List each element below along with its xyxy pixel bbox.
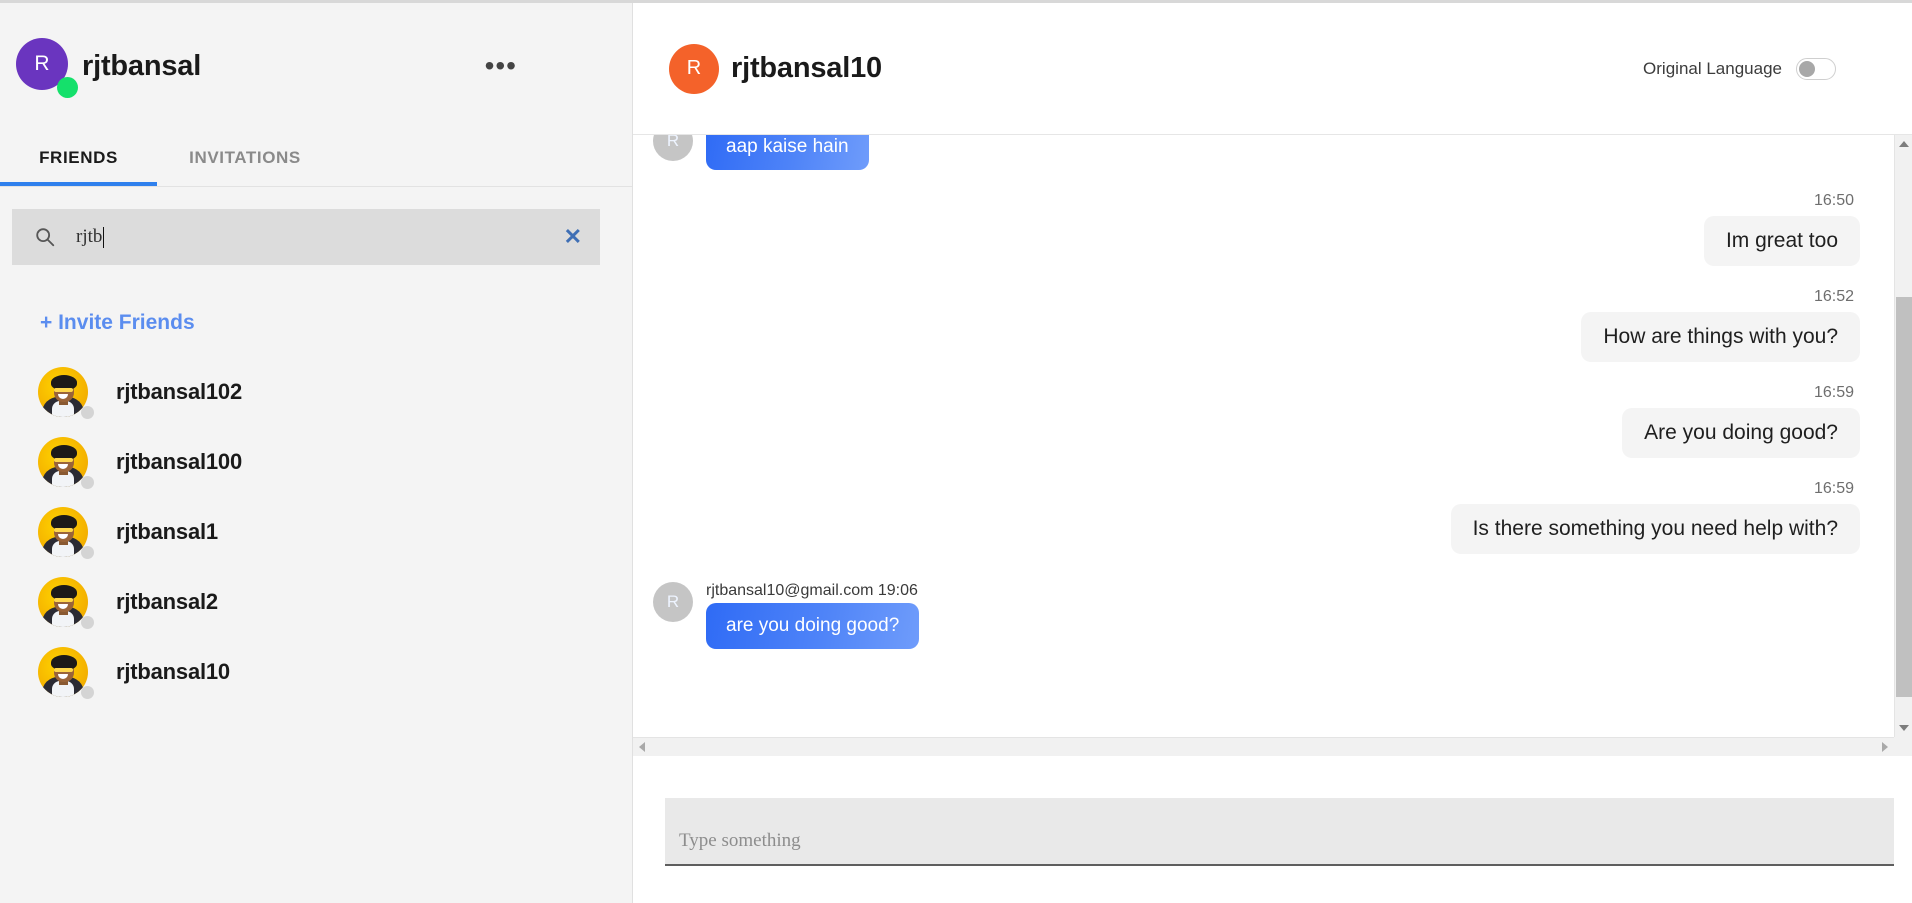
online-status-dot: [57, 77, 78, 98]
sidebar-header: R rjtbansal •••: [0, 3, 632, 129]
vertical-scrollbar[interactable]: [1894, 135, 1912, 737]
message-timestamp: 16:50: [1813, 192, 1854, 209]
chat-contact-name: rjtbansal10: [731, 52, 882, 84]
tab-friends[interactable]: FRIENDS: [0, 129, 157, 186]
message-scroll-content: R aap kaise hain 16:50 Im great too 16:5…: [633, 135, 1894, 737]
friend-avatar: [38, 437, 94, 489]
search-row: rjtb ✕: [0, 187, 632, 265]
message-outbound: 16:59 Is there something you need help w…: [653, 462, 1872, 554]
scroll-right-arrow-icon[interactable]: [1876, 738, 1894, 756]
search-clear-icon[interactable]: ✕: [564, 226, 582, 248]
message-avatar: R: [653, 582, 693, 622]
sidebar: R rjtbansal ••• FRIENDS INVITATIONS rjtb…: [0, 3, 632, 903]
friend-status-dot: [81, 546, 94, 559]
chat-app: R rjtbansal ••• FRIENDS INVITATIONS rjtb…: [0, 0, 1912, 903]
scrollbar-corner: [1894, 737, 1912, 756]
chat-header: R rjtbansal10 Original Language: [633, 3, 1912, 134]
friend-name: rjtbansal100: [116, 449, 243, 474]
vertical-scrollbar-thumb[interactable]: [1896, 297, 1912, 697]
message-inbound: R rjtbansal10@gmail.com 19:06 are you do…: [653, 582, 1872, 649]
sidebar-tabs: FRIENDS INVITATIONS: [0, 129, 632, 187]
message-inbound: R aap kaise hain: [653, 135, 1872, 170]
message-avatar: R: [653, 135, 693, 161]
friends-list: rjtbansal102 rjtbansal100 rjtbansal1 rjt…: [0, 357, 632, 707]
chat-header-actions: Original Language: [1643, 57, 1882, 80]
list-item[interactable]: rjtbansal102: [0, 357, 632, 427]
friend-name: rjtbansal10: [116, 659, 230, 684]
message-bubble: Im great too: [1703, 216, 1860, 266]
message-timestamp: 16:59: [1813, 480, 1854, 497]
search-icon: [36, 228, 55, 247]
list-item[interactable]: rjtbansal100: [0, 427, 632, 497]
message-bubble: How are things with you?: [1581, 312, 1860, 362]
friend-name: rjtbansal102: [116, 379, 243, 404]
sidebar-username: rjtbansal: [82, 49, 202, 82]
list-item[interactable]: rjtbansal10: [0, 637, 632, 707]
search-input-value: rjtb: [76, 226, 103, 247]
friend-avatar: [38, 577, 94, 629]
friend-avatar: [38, 647, 94, 699]
scroll-down-arrow-icon[interactable]: [1895, 719, 1912, 737]
original-language-label: Original Language: [1643, 58, 1782, 78]
message-list: R aap kaise hain 16:50 Im great too 16:5…: [633, 134, 1912, 756]
friend-status-dot: [81, 616, 94, 629]
message-outbound: 16:59 Are you doing good?: [653, 366, 1872, 458]
friend-avatar: [38, 507, 94, 559]
list-item[interactable]: rjtbansal2: [0, 567, 632, 637]
message-bubble: Are you doing good?: [1622, 408, 1860, 458]
message-bubble: Is there something you need help with?: [1450, 504, 1860, 554]
search-input[interactable]: rjtb ✕: [12, 209, 600, 265]
more-options-icon[interactable]: •••: [485, 52, 517, 80]
message-input-placeholder: Type something: [679, 830, 801, 851]
toggle-knob: [1799, 60, 1815, 77]
horizontal-scrollbar[interactable]: [633, 737, 1894, 756]
friend-status-dot: [81, 476, 94, 489]
friend-status-dot: [81, 406, 94, 419]
search-caret: [103, 226, 105, 248]
chat-panel: R rjtbansal10 Original Language R aap ka…: [632, 3, 1912, 903]
friend-status-dot: [81, 686, 94, 699]
tab-invitations[interactable]: INVITATIONS: [157, 129, 333, 186]
chat-contact-avatar: R: [669, 43, 719, 94]
scroll-left-arrow-icon[interactable]: [633, 738, 651, 756]
list-item[interactable]: rjtbansal1: [0, 497, 632, 567]
message-timestamp: 16:52: [1813, 288, 1854, 305]
friend-avatar: [38, 367, 94, 419]
message-input[interactable]: Type something: [665, 798, 1894, 866]
scroll-up-arrow-icon[interactable]: [1895, 135, 1912, 153]
friend-name: rjtbansal2: [116, 589, 218, 614]
message-outbound: 16:50 Im great too: [653, 174, 1872, 266]
invite-friends-link[interactable]: + Invite Friends: [0, 265, 195, 335]
friend-name: rjtbansal1: [116, 519, 218, 544]
message-meta: rjtbansal10@gmail.com 19:06: [706, 582, 918, 599]
original-language-toggle[interactable]: [1796, 57, 1836, 80]
message-bubble: aap kaise hain: [706, 135, 869, 170]
message-bubble: are you doing good?: [706, 603, 920, 649]
composer-area: Type something: [633, 756, 1912, 903]
message-outbound: 16:52 How are things with you?: [653, 270, 1872, 362]
avatar[interactable]: R: [16, 38, 78, 98]
message-timestamp: 16:59: [1813, 384, 1854, 401]
